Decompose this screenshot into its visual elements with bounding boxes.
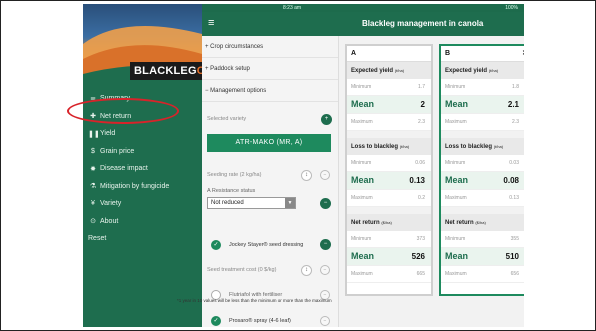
sidebar-item-mitigation[interactable]: ⚗ Mitigation by fungicide: [83, 178, 202, 196]
resistance-toggle[interactable]: −: [320, 198, 331, 209]
page-title: Blackleg management in canola: [362, 19, 484, 28]
sidebar-item-yield[interactable]: ❚❚ Yield: [83, 125, 202, 143]
sidebar-item-reset[interactable]: Reset: [83, 230, 202, 248]
loss-max-row: Maximum 0.13: [441, 190, 524, 207]
add-variety-button[interactable]: +: [321, 114, 332, 125]
footnote: *1 year in 10 values will be less than t…: [177, 298, 332, 303]
return-min-row: Minimum 373: [347, 231, 431, 248]
chevron-down-icon: ▼: [285, 198, 295, 208]
option-toggle-1[interactable]: −: [320, 239, 331, 250]
sidebar-item-about[interactable]: ⊙ About: [83, 213, 202, 231]
option-check-4[interactable]: ✓: [211, 316, 221, 326]
group-title-loss: Loss to blackleg (t/ha): [441, 138, 524, 155]
sidebar-item-label: Variety: [100, 200, 122, 208]
return-min-row: Minimum 355: [441, 231, 524, 248]
sidebar-item-label: Mitigation by fungicide: [100, 182, 170, 190]
seed-cost-toggle[interactable]: −: [320, 265, 330, 275]
section-crop-circumstances[interactable]: + Crop circumstances: [202, 36, 338, 58]
loss-max-row: Maximum 0.2: [347, 190, 431, 207]
scenario-card-b: B✕ Expected yield (t/ha) Minimum1.8 Mean…: [439, 44, 524, 296]
card-header: B✕: [441, 46, 524, 62]
resistance-select[interactable]: Not reduced ▼: [207, 197, 296, 209]
annotation-circle: [67, 98, 179, 124]
hero-banner: BLACKLEGCM: [83, 4, 202, 86]
grain-price-icon: $: [91, 147, 95, 155]
clock: 8:23 am: [283, 5, 302, 11]
loss-min-row: Minimum 0.06: [347, 155, 431, 172]
disease-impact-icon: ✸: [90, 165, 96, 173]
scenario-card-a: A Expected yield (t/ha) Minimum 1.7 Mean 2…: [345, 44, 433, 296]
tablet-screen: iPad 8:23 am 100% BLACKLEGCM ≣Summary ✚N…: [83, 4, 524, 327]
seeding-rate-toggle[interactable]: −: [320, 170, 330, 180]
yield-max-row: Maximum 2.3: [347, 114, 431, 131]
group-title-net-return: Net return ($/ha): [441, 214, 524, 231]
yield-max-row: Maximum 2.3: [441, 114, 524, 131]
sidebar-item-label: Reset: [88, 235, 107, 243]
loss-mean-row: Mean 0.13: [347, 172, 431, 190]
sidebar: BLACKLEGCM ≣Summary ✚Net return ❚❚Yield …: [83, 4, 202, 327]
selected-variety-label: Selected variety: [207, 116, 247, 122]
sidebar-item-label: Disease impact: [100, 165, 148, 173]
section-paddock-setup[interactable]: + Paddock setup: [202, 58, 338, 80]
resistance-status-label: A Resistance status: [207, 188, 256, 194]
option-label-1: Jockey Stayer® seed dressing: [229, 242, 304, 248]
option-toggle-4[interactable]: −: [320, 316, 330, 326]
option-label-4: Prosaro® spray (4-6 leaf): [229, 318, 291, 324]
seeding-rate-stepper[interactable]: ↕: [301, 170, 312, 181]
card-header: A: [347, 46, 431, 62]
variety-button[interactable]: ATR-MAKO (MR, A): [207, 134, 331, 152]
option-check-1[interactable]: ✓: [211, 240, 221, 250]
loss-mean-row: Mean 0.08: [441, 172, 524, 190]
sidebar-item-label: About: [100, 217, 119, 225]
loss-min-row: Minimum 0.03: [441, 155, 524, 172]
mitigation-icon: ⚗: [89, 183, 97, 191]
options-panel: + Crop circumstances + Paddock setup − M…: [202, 36, 339, 327]
group-title-yield: Expected yield (t/ha): [347, 62, 431, 79]
app-logo: BLACKLEGCM: [130, 62, 202, 80]
yield-min-row: Minimum 1.8: [441, 79, 524, 96]
seed-cost-stepper[interactable]: ↕: [301, 265, 312, 276]
hamburger-icon[interactable]: ≡: [208, 17, 214, 29]
variety-icon: ¥: [91, 200, 95, 208]
close-icon[interactable]: ✕: [522, 46, 524, 62]
sidebar-item-variety[interactable]: ¥ Variety: [83, 195, 202, 213]
battery-indicator: 100%: [505, 5, 518, 11]
sidebar-item-disease-impact[interactable]: ✸ Disease impact: [83, 160, 202, 178]
return-max-row: Maximum 656: [441, 266, 524, 283]
yield-icon: ❚❚: [88, 130, 100, 138]
sidebar-item-grain-price[interactable]: $ Grain price: [83, 143, 202, 161]
yield-mean-row: Mean 2: [347, 96, 431, 114]
sidebar-item-label: Grain price: [100, 147, 135, 155]
about-icon: ⊙: [90, 218, 96, 226]
sidebar-item-label: Yield: [100, 130, 116, 138]
comparison-area: A Expected yield (t/ha) Minimum 1.7 Mean 2…: [339, 36, 524, 327]
return-mean-row: Mean 510: [441, 248, 524, 266]
group-title-loss: Loss to blackleg (t/ha): [347, 138, 431, 155]
group-title-yield: Expected yield (t/ha): [441, 62, 524, 79]
group-title-net-return: Net return ($/ha): [347, 214, 431, 231]
section-management-options[interactable]: − Management options: [202, 80, 338, 102]
seeding-rate-label: Seeding rate (2 kg/ha): [207, 172, 262, 178]
yield-min-row: Minimum 1.7: [347, 79, 431, 96]
return-mean-row: Mean 526: [347, 248, 431, 266]
return-max-row: Maximum 665: [347, 266, 431, 283]
yield-mean-row: Mean 2.1: [441, 96, 524, 114]
option-label-2: Seed treatment cost (0 $/kg): [207, 267, 277, 273]
header-bar: ≡ Blackleg management in canola: [202, 12, 524, 36]
